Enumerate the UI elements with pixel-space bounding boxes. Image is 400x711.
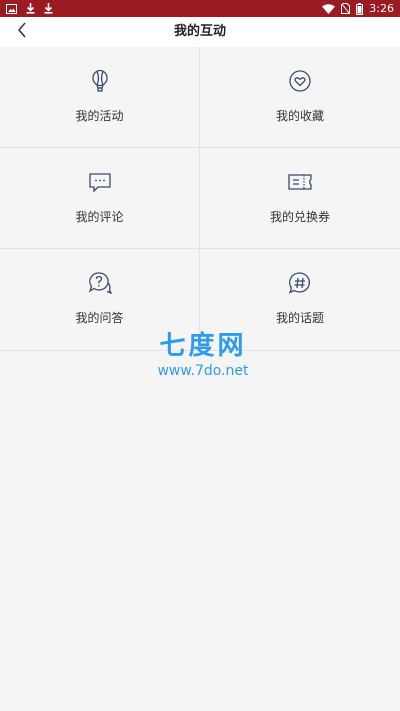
status-bar: 3:26 xyxy=(0,0,400,17)
nav-bar: 我的互动 xyxy=(0,17,400,47)
grid-item-label: 我的话题 xyxy=(275,311,324,325)
grid-item-label: 我的收藏 xyxy=(275,109,324,123)
back-button[interactable] xyxy=(8,17,36,47)
ticket-icon xyxy=(288,170,312,194)
watermark-url: www.7do.net xyxy=(157,363,249,379)
question-icon xyxy=(88,271,112,295)
status-time: 3:26 xyxy=(369,2,394,15)
image-notification-icon xyxy=(6,3,17,14)
grid-item-label: 我的评论 xyxy=(75,210,124,224)
watermark-title: 七度网 xyxy=(159,331,247,361)
grid-item-label: 我的问答 xyxy=(75,311,124,325)
grid-item-coupons[interactable]: 我的兑换券 xyxy=(200,148,400,248)
no-sim-icon xyxy=(341,3,351,14)
grid-item-label: 我的兑换券 xyxy=(269,210,330,224)
wifi-icon xyxy=(322,3,336,14)
grid-item-activities[interactable]: 我的活动 xyxy=(0,47,199,147)
grid-item-comments[interactable]: 我的评论 xyxy=(0,148,199,248)
grid-item-label: 我的活动 xyxy=(75,109,124,123)
watermark: 七度网 www.7do.net xyxy=(148,330,258,380)
download-icon xyxy=(44,3,53,14)
interaction-grid: 我的活动 我的收藏 我的评论 我的兑换券 我的问答 我的话题 xyxy=(0,47,400,350)
comment-icon xyxy=(88,170,112,194)
grid-item-favorites[interactable]: 我的收藏 xyxy=(200,47,400,147)
chevron-left-icon xyxy=(17,22,27,42)
hashtag-icon xyxy=(288,271,312,295)
status-notifications xyxy=(6,2,53,15)
heart-icon xyxy=(288,69,312,93)
download-icon xyxy=(26,3,35,14)
battery-icon xyxy=(356,2,364,15)
balloon-icon xyxy=(88,69,112,93)
page-title: 我的互动 xyxy=(173,24,226,39)
status-indicators: 3:26 xyxy=(322,1,394,16)
